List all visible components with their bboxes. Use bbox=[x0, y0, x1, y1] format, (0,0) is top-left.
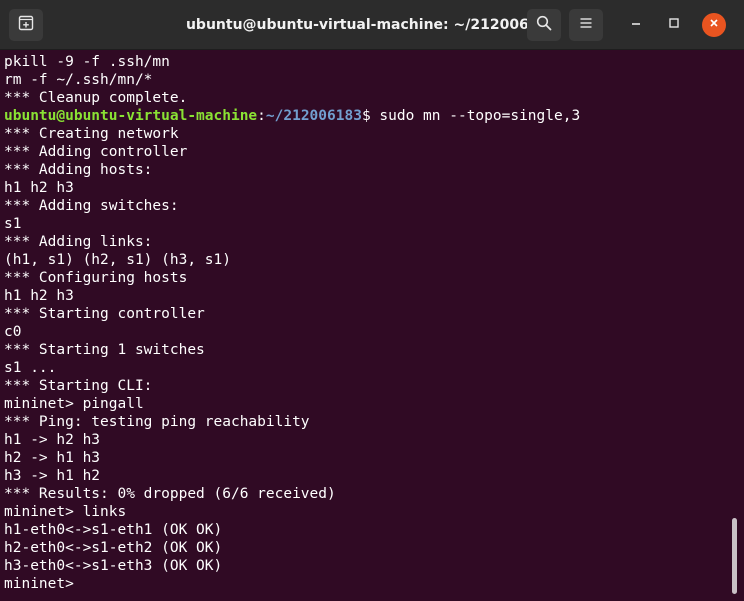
terminal-line: *** Adding controller bbox=[4, 144, 188, 160]
hamburger-menu-icon bbox=[579, 16, 593, 35]
terminal-line: c0 bbox=[4, 324, 22, 340]
terminal-output[interactable]: pkill -9 -f .ssh/mn rm -f ~/.ssh/mn/* **… bbox=[0, 51, 744, 601]
prompt-dollar: $ bbox=[361, 108, 380, 124]
minimize-button[interactable] bbox=[624, 13, 648, 37]
prompt-user: ubuntu@ubuntu-virtual-machine bbox=[4, 108, 258, 124]
terminal-line: *** Starting controller bbox=[4, 306, 205, 322]
terminal-line: pkill -9 -f .ssh/mn bbox=[4, 54, 170, 70]
terminal-line: h2-eth0<->s1-eth2 (OK OK) bbox=[4, 540, 223, 556]
terminal-line: *** Adding links: bbox=[4, 234, 153, 250]
search-button[interactable] bbox=[527, 9, 561, 41]
terminal-line: h1 h2 h3 bbox=[4, 288, 74, 304]
new-tab-button[interactable] bbox=[9, 9, 43, 41]
terminal-line: *** Adding hosts: bbox=[4, 162, 153, 178]
maximize-button[interactable] bbox=[662, 13, 686, 37]
prompt-line: ubuntu@ubuntu-virtual-machine:~/21200618… bbox=[4, 107, 580, 125]
terminal-line: mininet> links bbox=[4, 504, 127, 520]
terminal-line: mininet> pingall bbox=[4, 396, 144, 412]
scrollbar-thumb[interactable] bbox=[732, 518, 737, 594]
terminal-line: *** Starting CLI: bbox=[4, 378, 153, 394]
terminal-line: *** Cleanup complete. bbox=[4, 90, 188, 106]
terminal-line: s1 bbox=[4, 216, 22, 232]
prompt-path: ~/212006183 bbox=[265, 108, 362, 124]
close-button[interactable] bbox=[702, 13, 726, 37]
terminal-line: *** Configuring hosts bbox=[4, 270, 188, 286]
terminal-line: h1 -> h2 h3 bbox=[4, 432, 101, 448]
terminal-line: h2 -> h1 h3 bbox=[4, 450, 101, 466]
text-cursor bbox=[83, 575, 92, 591]
prompt-separator: : bbox=[257, 108, 266, 124]
minimize-icon bbox=[630, 16, 642, 34]
current-prompt-line: mininet> bbox=[4, 575, 92, 593]
terminal-line: h1-eth0<->s1-eth1 (OK OK) bbox=[4, 522, 223, 538]
terminal-line: h3 -> h1 h2 bbox=[4, 468, 101, 484]
terminal-line: *** Creating network bbox=[4, 126, 179, 142]
terminal-line: *** Adding switches: bbox=[4, 198, 179, 214]
menu-button[interactable] bbox=[569, 9, 603, 41]
current-prompt: mininet> bbox=[4, 576, 83, 592]
terminal-line: h1 h2 h3 bbox=[4, 180, 74, 196]
terminal-line: *** Starting 1 switches bbox=[4, 342, 205, 358]
terminal-line: *** Results: 0% dropped (6/6 received) bbox=[4, 486, 336, 502]
close-icon bbox=[708, 16, 720, 34]
terminal-window: ubuntu@ubuntu-virtual-machine: ~/2120061… bbox=[0, 0, 744, 601]
prompt-command: sudo mn --topo=single,3 bbox=[379, 108, 581, 124]
title-bar: ubuntu@ubuntu-virtual-machine: ~/2120061… bbox=[0, 0, 744, 50]
new-tab-icon bbox=[18, 15, 34, 36]
terminal-line: *** Ping: testing ping reachability bbox=[4, 414, 310, 430]
maximize-icon bbox=[668, 16, 680, 34]
terminal-line: s1 ... bbox=[4, 360, 57, 376]
terminal-line: h3-eth0<->s1-eth3 (OK OK) bbox=[4, 558, 223, 574]
search-icon bbox=[536, 15, 552, 36]
terminal-line: rm -f ~/.ssh/mn/* bbox=[4, 72, 153, 88]
terminal-line: (h1, s1) (h2, s1) (h3, s1) bbox=[4, 252, 231, 268]
